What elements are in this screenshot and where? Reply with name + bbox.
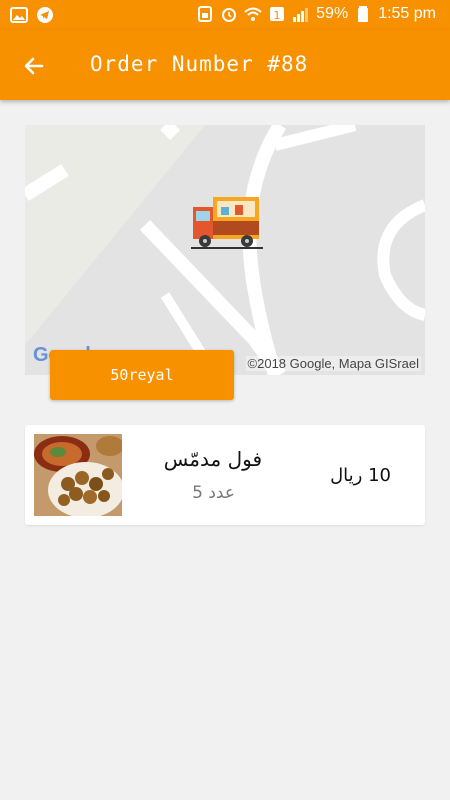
notification-icon: 1	[270, 7, 285, 22]
sim-icon	[198, 6, 213, 22]
arrow-left-icon	[24, 57, 44, 75]
battery-icon	[358, 6, 369, 22]
item-name: فول مدمّس	[163, 447, 262, 471]
map-attribution: ©2018 Google, Mapa GISrael	[245, 356, 421, 371]
clock: 1:55 pm	[378, 5, 436, 22]
order-item-card[interactable]: فول مدمّس عدد 5 10 ريال	[25, 425, 425, 525]
gallery-icon	[10, 7, 28, 23]
telegram-icon	[37, 7, 53, 23]
signal-icon	[293, 8, 309, 22]
status-left-icons	[10, 6, 54, 24]
item-price: 10 ريال	[330, 465, 391, 486]
back-button[interactable]	[16, 48, 52, 84]
food-truck-icon	[191, 197, 263, 249]
wifi-icon	[244, 7, 262, 21]
alarm-icon	[222, 8, 237, 22]
page-title: Order Number #88	[90, 52, 309, 76]
item-quantity: عدد 5	[192, 483, 235, 503]
status-bar: 1 59% 1:55 pm	[0, 0, 450, 30]
falafel-plate-image	[34, 434, 122, 516]
map-view[interactable]: Google ©2018 Google, Mapa GISrael	[25, 125, 425, 375]
svg-text:1: 1	[274, 9, 281, 22]
total-price-button[interactable]: 50reyal	[50, 350, 234, 400]
status-right: 1 59% 1:55 pm	[196, 5, 436, 23]
app-bar: Order Number #88	[0, 30, 450, 100]
battery-percent: 59%	[316, 5, 349, 22]
